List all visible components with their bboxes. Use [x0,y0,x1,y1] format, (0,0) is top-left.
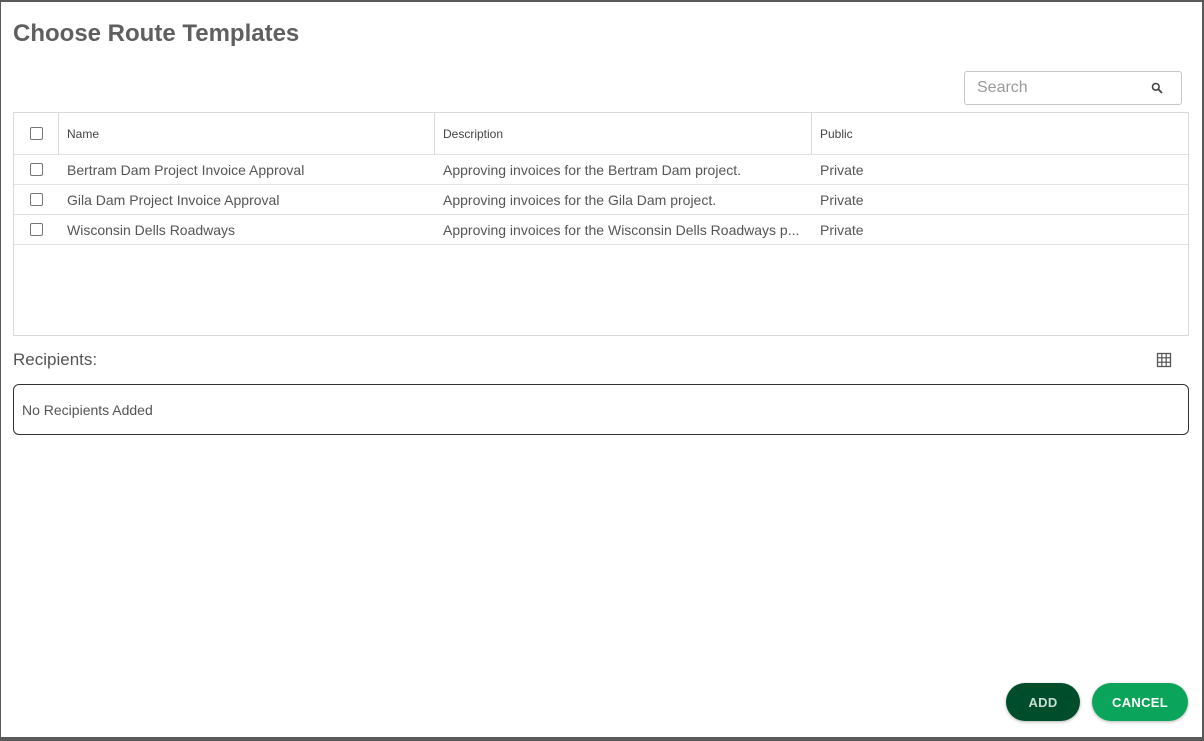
row-check-cell [14,185,59,214]
row-description-text: Approving invoices for the Gila Dam proj… [443,191,717,208]
row-checkbox[interactable] [30,223,43,236]
row-name-text: Bertram Dam Project Invoice Approval [67,161,305,178]
row-checkbox[interactable] [30,193,43,206]
search-input[interactable] [965,72,1145,104]
row-checkbox[interactable] [30,163,43,176]
select-all-cell [14,113,59,154]
row-name: Gila Dam Project Invoice Approval [59,185,435,214]
route-templates-table: Name Description Public Bertram Dam Proj… [13,112,1189,336]
row-public-text: Private [820,221,864,238]
row-name-text: Gila Dam Project Invoice Approval [67,191,280,208]
row-public-text: Private [820,191,864,208]
cancel-button[interactable]: CANCEL [1092,683,1188,721]
table-row[interactable]: Wisconsin Dells Roadways Approving invoi… [14,215,1188,245]
select-all-checkbox[interactable] [29,127,43,140]
row-description: Approving invoices for the Gila Dam proj… [435,185,812,214]
row-public: Private [812,185,1188,214]
row-description-text: Approving invoices for the Wisconsin Del… [443,221,800,238]
table-row[interactable]: Bertram Dam Project Invoice Approval App… [14,155,1188,185]
row-description-text: Approving invoices for the Bertram Dam p… [443,161,742,178]
column-header-public[interactable]: Public [812,113,1188,154]
recipients-label: Recipients: [13,350,98,369]
add-button[interactable]: ADD [1006,683,1080,721]
row-name: Wisconsin Dells Roadways [59,215,435,244]
recipients-list[interactable]: No Recipients Added [13,384,1189,435]
column-header-name[interactable]: Name [59,113,435,154]
column-header-description[interactable]: Description [435,113,812,154]
recipients-empty-text: No Recipients Added [22,402,153,418]
row-check-cell [14,215,59,244]
row-description: Approving invoices for the Bertram Dam p… [435,155,812,184]
row-description: Approving invoices for the Wisconsin Del… [435,215,812,244]
row-name-text: Wisconsin Dells Roadways [67,221,236,238]
row-public: Private [812,155,1188,184]
table-row[interactable]: Gila Dam Project Invoice Approval Approv… [14,185,1188,215]
grid-view-icon[interactable] [1156,352,1172,368]
search-icon[interactable] [1151,82,1163,94]
row-name: Bertram Dam Project Invoice Approval [59,155,435,184]
search-box[interactable] [964,71,1182,105]
table-header: Name Description Public [14,113,1188,155]
row-check-cell [14,155,59,184]
row-public-text: Private [820,161,864,178]
row-public: Private [812,215,1188,244]
choose-route-templates-dialog: Choose Route Templates Name Description … [1,2,1202,737]
dialog-title: Choose Route Templates [13,20,300,47]
